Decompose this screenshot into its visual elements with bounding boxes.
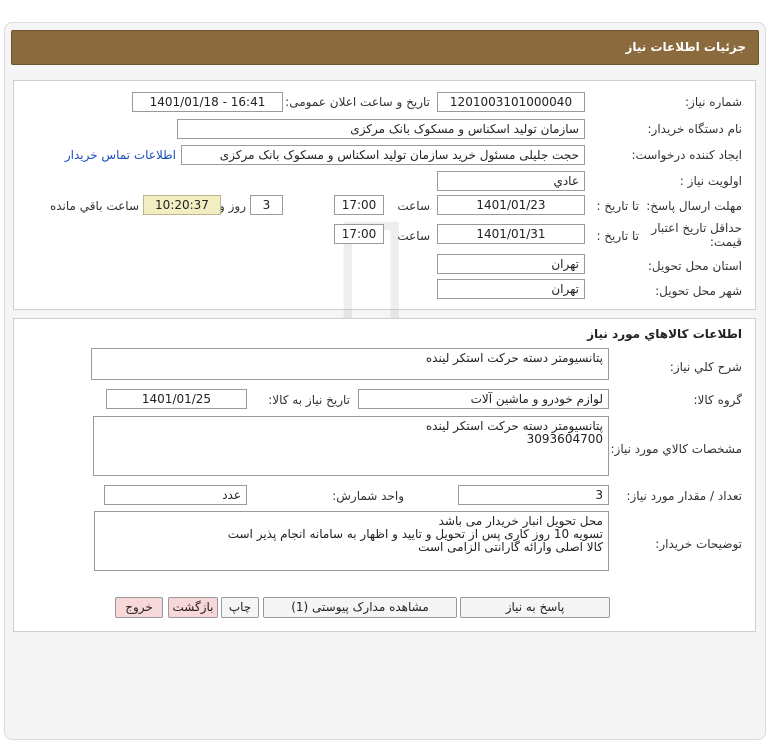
exit-button[interactable]: خروج bbox=[115, 597, 163, 618]
title-bar: جزئیات اطلاعات نیاز bbox=[11, 30, 759, 65]
reply-button[interactable]: پاسخ به نیاز bbox=[460, 597, 610, 618]
validity-label-2: قیمت: bbox=[709, 235, 742, 249]
back-button[interactable]: بازگشت bbox=[168, 597, 218, 618]
city-label: شهر محل تحویل: bbox=[655, 284, 742, 298]
need-number-field: 1201003101000040 bbox=[437, 92, 585, 112]
spec-label: مشخصات کالاي مورد نياز: bbox=[610, 442, 742, 456]
need-info-panel bbox=[13, 80, 756, 310]
goods-section-title: اطلاعات کالاهاي مورد نياز bbox=[587, 327, 742, 341]
days-label: روز و bbox=[219, 199, 246, 213]
unit-label: واحد شمارش: bbox=[332, 489, 404, 503]
page-title: جزئیات اطلاعات نیاز bbox=[625, 40, 746, 54]
need-number-label: شماره نیاز: bbox=[685, 95, 742, 109]
city-field: تهران bbox=[437, 279, 585, 299]
reply-deadline-label: مهلت ارسال پاسخ: bbox=[646, 199, 742, 213]
unit-field: عدد bbox=[104, 485, 247, 505]
buyer-org-label: نام دستگاه خریدار: bbox=[647, 122, 743, 136]
province-field: تهران bbox=[437, 254, 585, 274]
buyer-description-label: توضیحات خریدار: bbox=[655, 537, 742, 551]
validity-time-label: ساعت bbox=[397, 229, 430, 243]
validity-time-field: 17:00 bbox=[334, 224, 384, 244]
priority-field: عادي bbox=[437, 171, 585, 191]
days-remaining-field: 3 bbox=[250, 195, 283, 215]
reply-to-date-label: تا تاریخ : bbox=[596, 199, 639, 213]
view-documents-button[interactable]: مشاهده مدارک پیوستی (1) bbox=[263, 597, 457, 618]
requester-field: حجت جلیلی مسئول خرید سازمان تولید اسکناس… bbox=[181, 145, 585, 165]
validity-date-field: 1401/01/31 bbox=[437, 224, 585, 244]
announce-label: تاریخ و ساعت اعلان عمومی: bbox=[285, 95, 430, 109]
summary-field: پتانسیومتر دسته حرکت استکر لینده bbox=[91, 348, 609, 380]
goods-group-label: گروه کالا: bbox=[693, 393, 743, 407]
summary-label: شرح کلي نياز: bbox=[669, 360, 742, 374]
need-date-label: تاریخ نیاز به کالا: bbox=[268, 393, 350, 407]
announce-field: 1401/01/18 - 16:41 bbox=[132, 92, 283, 112]
reply-date-field: 1401/01/23 bbox=[437, 195, 585, 215]
spec-line-2: 3093604700 bbox=[526, 432, 603, 446]
province-label: استان محل تحویل: bbox=[647, 259, 742, 273]
reply-time-label: ساعت bbox=[397, 199, 430, 213]
description-line-3: کالا اصلی وارائه گارانتی الزامی است bbox=[418, 540, 603, 554]
buyer-org-field: سازمان تولید اسکناس و مسکوک بانک مرکزی bbox=[177, 119, 585, 139]
validity-label-1: حداقل تاریخ اعتبار bbox=[651, 221, 742, 235]
requester-label: ایجاد کننده درخواست: bbox=[631, 148, 742, 162]
goods-group-field: لوازم خودرو و ماشین آلات bbox=[358, 389, 609, 409]
validity-to-date-label: تا تاریخ : bbox=[596, 229, 639, 243]
buyer-description-field: محل تحویل انبار خریدار می باشد تسویه 10 … bbox=[94, 511, 609, 571]
remaining-time-field: 10:20:37 bbox=[143, 195, 221, 215]
quantity-label: تعداد / مقدار مورد نیاز: bbox=[626, 489, 742, 503]
reply-time-field: 17:00 bbox=[334, 195, 384, 215]
remaining-label: ساعت باقي مانده bbox=[49, 199, 139, 213]
buyer-contact-link[interactable]: اطلاعات تماس خریدار bbox=[65, 148, 176, 162]
spec-field: پتانسیومتر دسته حرکت استکر لینده 3093604… bbox=[93, 416, 609, 476]
print-button[interactable]: چاپ bbox=[221, 597, 259, 618]
quantity-field: 3 bbox=[458, 485, 609, 505]
need-date-field: 1401/01/25 bbox=[106, 389, 247, 409]
priority-label: اولویت نیاز : bbox=[679, 174, 742, 188]
